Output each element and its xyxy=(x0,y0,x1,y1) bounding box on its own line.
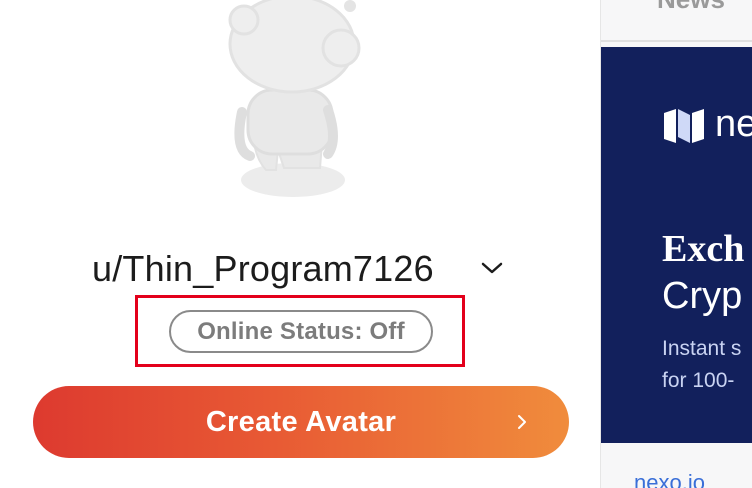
ad-body-line2: for 100- xyxy=(662,369,735,392)
username-row[interactable]: u/Thin_Program7126 xyxy=(0,244,600,294)
ad-brand-name: ne xyxy=(715,103,752,145)
sidebar: News ne Exch Cryp Instant s for 100- nex… xyxy=(600,0,752,488)
ad-body-line1: Instant s xyxy=(662,337,742,360)
username: u/Thin_Program7126 xyxy=(92,248,434,289)
nexo-logo-icon xyxy=(662,109,706,143)
online-status-toggle[interactable]: Online Status: Off xyxy=(169,310,433,353)
ad-headline-line2: Cryp xyxy=(662,275,743,317)
create-avatar-button[interactable]: Create Avatar xyxy=(33,386,569,458)
online-status-label: Online Status: Off xyxy=(197,317,405,345)
create-avatar-label: Create Avatar xyxy=(205,405,397,438)
tab-news[interactable]: News xyxy=(657,0,725,15)
chevron-right-icon xyxy=(515,412,529,432)
tab-divider xyxy=(601,40,752,42)
snoo-avatar-placeholder-icon[interactable] xyxy=(228,0,373,200)
chevron-down-icon[interactable] xyxy=(480,260,504,276)
ad-headline-line1: Exch xyxy=(662,228,745,270)
profile-panel: u/Thin_Program7126 Online Status: Off Cr… xyxy=(0,0,600,488)
advertisement-card[interactable]: ne Exch Cryp Instant s for 100- xyxy=(601,47,752,443)
ad-domain-link[interactable]: nexo.io xyxy=(634,470,705,488)
